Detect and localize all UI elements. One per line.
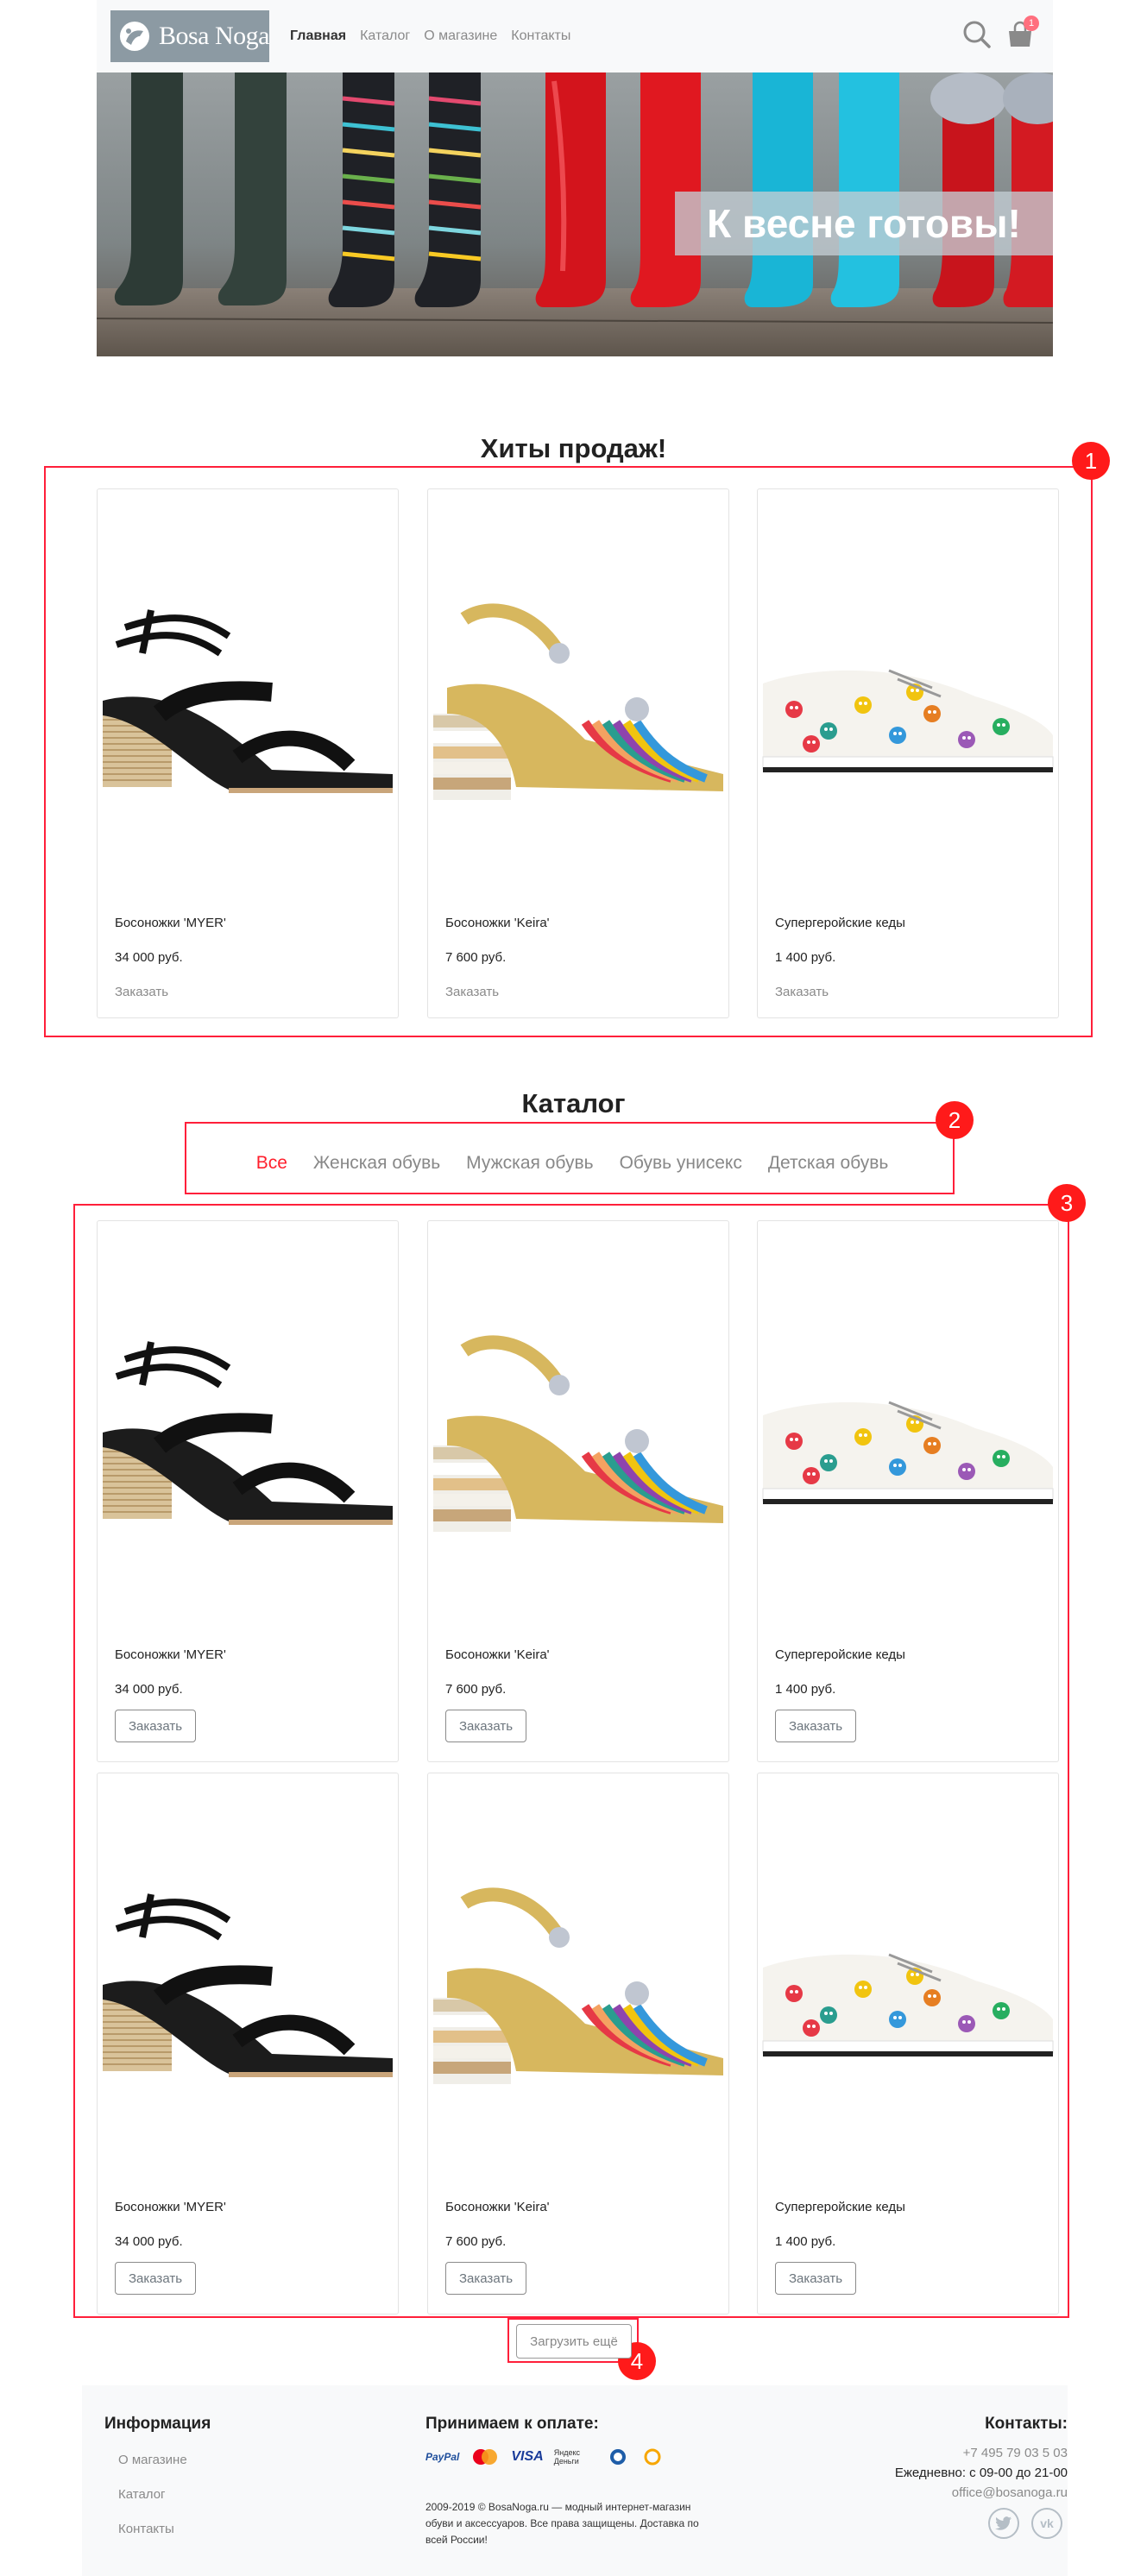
product-price: 34 000 руб. [115, 2234, 183, 2249]
product-image[interactable] [759, 1247, 1056, 1592]
catalog-title: Каталог [521, 1087, 626, 1118]
product-image[interactable] [759, 515, 1056, 860]
product-card[interactable]: Босоножки 'MYER' 34 000 руб. Заказать [97, 488, 399, 1018]
product-name: Босоножки 'MYER' [115, 2200, 226, 2214]
product-card[interactable]: Супергеройские кеды 1 400 руб. Заказать [757, 1773, 1059, 2315]
copyright-text: 2009-2019 © BosaNoga.ru — модный интерне… [425, 2501, 699, 2546]
nav-home[interactable]: Главная [290, 28, 346, 44]
order-button[interactable]: Заказать [775, 985, 829, 999]
product-name: Босоножки 'Keira' [445, 916, 550, 930]
site-footer: Информация О магазине Каталог Контакты П… [82, 2385, 1068, 2576]
tab-men[interactable]: Мужская обувь [466, 1153, 593, 1174]
order-button[interactable]: Заказать [115, 1710, 196, 1742]
nav-catalog[interactable]: Каталог [360, 28, 410, 44]
logo[interactable]: Bosa Noga [110, 10, 269, 62]
contact-hours: Ежедневно: с 09-00 до 21-00 [894, 2466, 1068, 2480]
product-card[interactable]: Супергеройские кеды 1 400 руб. Заказать [757, 488, 1059, 1018]
logo-icon [120, 22, 149, 51]
footer-link-catalog[interactable]: Каталог [118, 2487, 166, 2502]
product-price: 1 400 руб. [775, 2234, 836, 2249]
main-nav: Главная Каталог О магазине Контакты [290, 0, 584, 72]
footer-payment-title: Принимаем к оплате: [425, 2415, 599, 2433]
product-name: Босоножки 'MYER' [115, 916, 226, 930]
banner-caption: К весне готовы! [675, 192, 1053, 255]
product-card[interactable]: Босоножки 'Keira' 7 600 руб. Заказать [427, 1773, 729, 2315]
order-button[interactable]: Заказать [445, 1710, 526, 1742]
webmoney-icon [606, 2447, 630, 2466]
order-button[interactable]: Заказать [775, 2262, 856, 2295]
product-name: Супергеройские кеды [775, 916, 905, 930]
yandex-money-icon: Яндекс Деньги [553, 2448, 580, 2466]
catalog-tabs: Все Женская обувь Мужская обувь Обувь ун… [188, 1129, 956, 1198]
twitter-icon[interactable] [988, 2508, 1019, 2539]
load-more-button[interactable]: Загрузить ещё [516, 2324, 632, 2359]
product-image[interactable] [430, 515, 727, 860]
product-name: Босоножки 'Keira' [445, 1647, 550, 1662]
qiwi-icon [640, 2447, 665, 2466]
bestsellers-title: Хиты продаж! [480, 432, 667, 463]
header-icons: 1 [949, 16, 1039, 50]
product-price: 1 400 руб. [775, 950, 836, 965]
search-icon[interactable] [961, 19, 993, 50]
product-name: Босоножки 'MYER' [115, 1647, 226, 1662]
tab-all[interactable]: Все [256, 1153, 287, 1174]
site-header: Bosa Noga Главная Каталог О магазине Кон… [97, 0, 1053, 72]
cart-icon[interactable]: 1 [1005, 16, 1039, 50]
product-card[interactable]: Босоножки 'Keira' 7 600 руб. Заказать [427, 1220, 729, 1762]
footer-info-title: Информация [104, 2415, 211, 2433]
order-button[interactable]: Заказать [115, 985, 168, 999]
product-name: Босоножки 'Keira' [445, 2200, 550, 2214]
footer-link-about[interactable]: О магазине [118, 2453, 187, 2467]
product-price: 34 000 руб. [115, 1682, 183, 1697]
product-name: Супергеройские кеды [775, 2200, 905, 2214]
product-price: 7 600 руб. [445, 2234, 507, 2249]
product-image[interactable] [430, 1247, 727, 1592]
mastercard-icon [470, 2447, 501, 2466]
vk-icon[interactable]: vk [1031, 2508, 1062, 2539]
product-price: 7 600 руб. [445, 1682, 507, 1697]
product-price: 34 000 руб. [115, 950, 183, 965]
order-button[interactable]: Заказать [775, 1710, 856, 1742]
tab-unisex[interactable]: Обувь унисекс [620, 1153, 742, 1174]
order-button[interactable]: Заказать [115, 2262, 196, 2295]
cart-count-badge: 1 [1024, 16, 1039, 31]
logo-text: Bosa Noga [159, 22, 269, 50]
tab-women[interactable]: Женская обувь [313, 1153, 440, 1174]
product-price: 1 400 руб. [775, 1682, 836, 1697]
footer-link-contacts[interactable]: Контакты [118, 2522, 174, 2536]
annotation-badge-3: 3 [1048, 1184, 1086, 1222]
order-button[interactable]: Заказать [445, 2262, 526, 2295]
product-card[interactable]: Босоножки 'Keira' 7 600 руб. Заказать [427, 488, 729, 1018]
product-image[interactable] [99, 1799, 396, 2145]
payment-methods: PayPal VISA Яндекс Деньги [425, 2447, 675, 2466]
paypal-icon: PayPal [425, 2451, 460, 2463]
footer-contacts-title: Контакты: [985, 2415, 1068, 2433]
nav-contacts[interactable]: Контакты [511, 28, 570, 44]
nav-about[interactable]: О магазине [424, 28, 497, 44]
product-card[interactable]: Босоножки 'MYER' 34 000 руб. Заказать [97, 1773, 399, 2315]
visa-icon: VISA [511, 2449, 544, 2464]
annotation-badge-1: 1 [1072, 442, 1110, 480]
product-card[interactable]: Босоножки 'MYER' 34 000 руб. Заказать [97, 1220, 399, 1762]
product-image[interactable] [99, 1247, 396, 1592]
product-image[interactable] [99, 515, 396, 860]
product-price: 7 600 руб. [445, 950, 507, 965]
contact-phone[interactable]: +7 495 79 03 5 03 [963, 2446, 1068, 2460]
contact-email[interactable]: office@bosanoga.ru [952, 2485, 1068, 2500]
hero-banner: К весне готовы! [97, 72, 1053, 356]
product-name: Супергеройские кеды [775, 1647, 905, 1662]
product-image[interactable] [759, 1799, 1056, 2145]
order-button[interactable]: Заказать [445, 985, 499, 999]
tab-kids[interactable]: Детская обувь [768, 1153, 888, 1174]
product-card[interactable]: Супергеройские кеды 1 400 руб. Заказать [757, 1220, 1059, 1762]
product-image[interactable] [430, 1799, 727, 2145]
